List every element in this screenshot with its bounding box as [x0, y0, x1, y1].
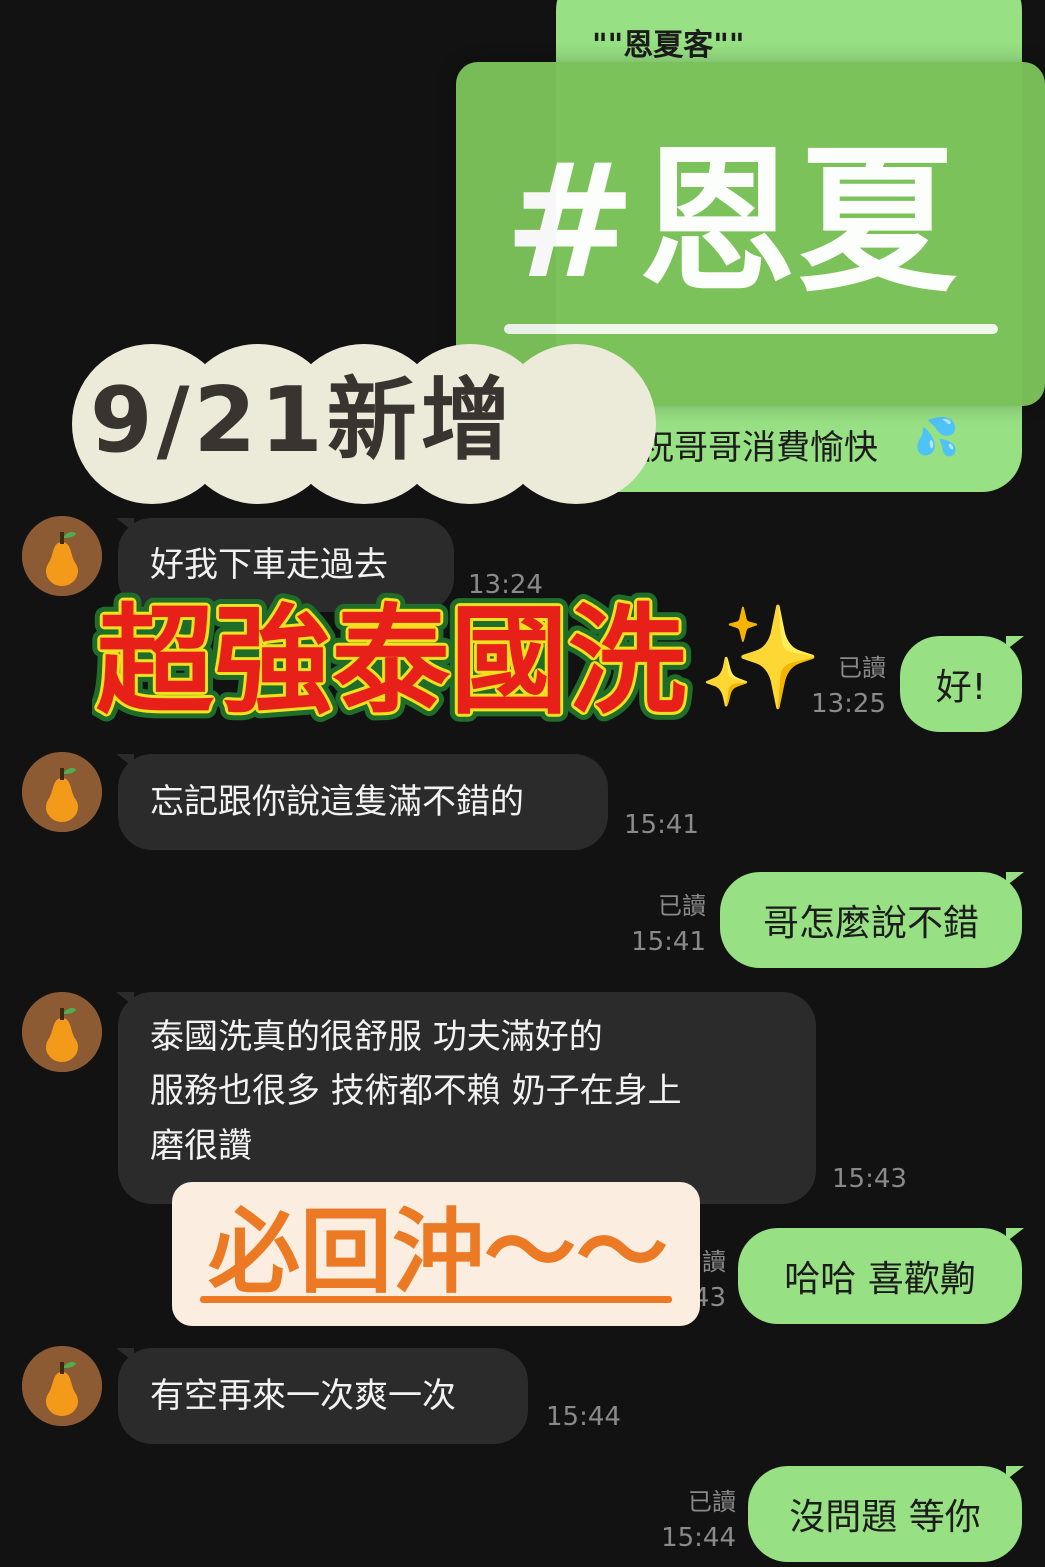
contact-avatar[interactable]: [22, 1346, 102, 1426]
contact-avatar[interactable]: [22, 516, 102, 596]
orange-pear-avatar-icon: [22, 752, 102, 832]
contact-avatar[interactable]: [22, 992, 102, 1072]
message-text: 哥怎麼說不錯: [762, 903, 979, 944]
message-text-line: 泰國洗真的很舒服 功夫滿好的: [150, 1017, 603, 1057]
return-promo-banner: 必回沖～～: [172, 1182, 700, 1326]
orange-pear-avatar-icon: [22, 516, 102, 596]
sparkles-emoji-icon: ✨: [698, 599, 823, 716]
red-promo-banner: 超強泰國洗 超強泰國洗 ✨: [92, 584, 823, 734]
read-receipt: 已讀 15:41: [631, 892, 706, 957]
header-bottom-text: 祝哥哥消費愉快: [640, 428, 878, 468]
outgoing-message-2: 哥怎麼說不錯: [720, 872, 1022, 968]
outgoing-message-4: 沒問題 等你: [748, 1466, 1022, 1562]
date-badge-text: 9/21新增: [90, 368, 515, 473]
message-text-line: 磨很讚: [150, 1125, 252, 1166]
orange-pear-avatar-icon: [22, 992, 102, 1072]
message-text-line: 服務也很多 技術都不賴 奶子在身上: [150, 1071, 682, 1112]
message-text: 有空再來一次爽一次: [150, 1375, 456, 1416]
tag-title-underline: [504, 324, 998, 334]
read-receipt: 已讀 15:44: [661, 1488, 736, 1553]
message-text: 沒問題 等你: [789, 1497, 981, 1538]
return-promo-underline: [200, 1296, 672, 1303]
sweat-drops-emoji-icon: 💦: [914, 417, 959, 458]
message-text: 好!: [935, 667, 987, 708]
tag-title-text: #恩夏: [504, 130, 959, 314]
red-promo-banner-text: 超強泰國洗: [96, 592, 686, 730]
incoming-message-2: 忘記跟你說這隻滿不錯的: [118, 754, 608, 850]
message-text: 忘記跟你說這隻滿不錯的: [150, 781, 524, 822]
incoming-message-4: 有空再來一次爽一次: [118, 1348, 528, 1444]
contact-avatar[interactable]: [22, 752, 102, 832]
return-promo-banner-text: 必回沖～～: [208, 1199, 669, 1306]
outgoing-message-1: 好!: [900, 636, 1022, 732]
header-top-text: ""恩夏客"": [592, 28, 745, 63]
message-text: 哈哈 喜歡齁: [784, 1259, 976, 1300]
message-time: 15:43: [832, 1164, 907, 1194]
message-time: 15:41: [624, 810, 699, 840]
incoming-message-3: 泰國洗真的很舒服 功夫滿好的 服務也很多 技術都不賴 奶子在身上 磨很讚: [118, 992, 816, 1204]
date-badge: 9/21新增: [72, 344, 656, 504]
orange-pear-avatar-icon: [22, 1346, 102, 1426]
outgoing-message-3: 哈哈 喜歡齁: [738, 1228, 1022, 1324]
message-time: 15:44: [546, 1402, 621, 1432]
